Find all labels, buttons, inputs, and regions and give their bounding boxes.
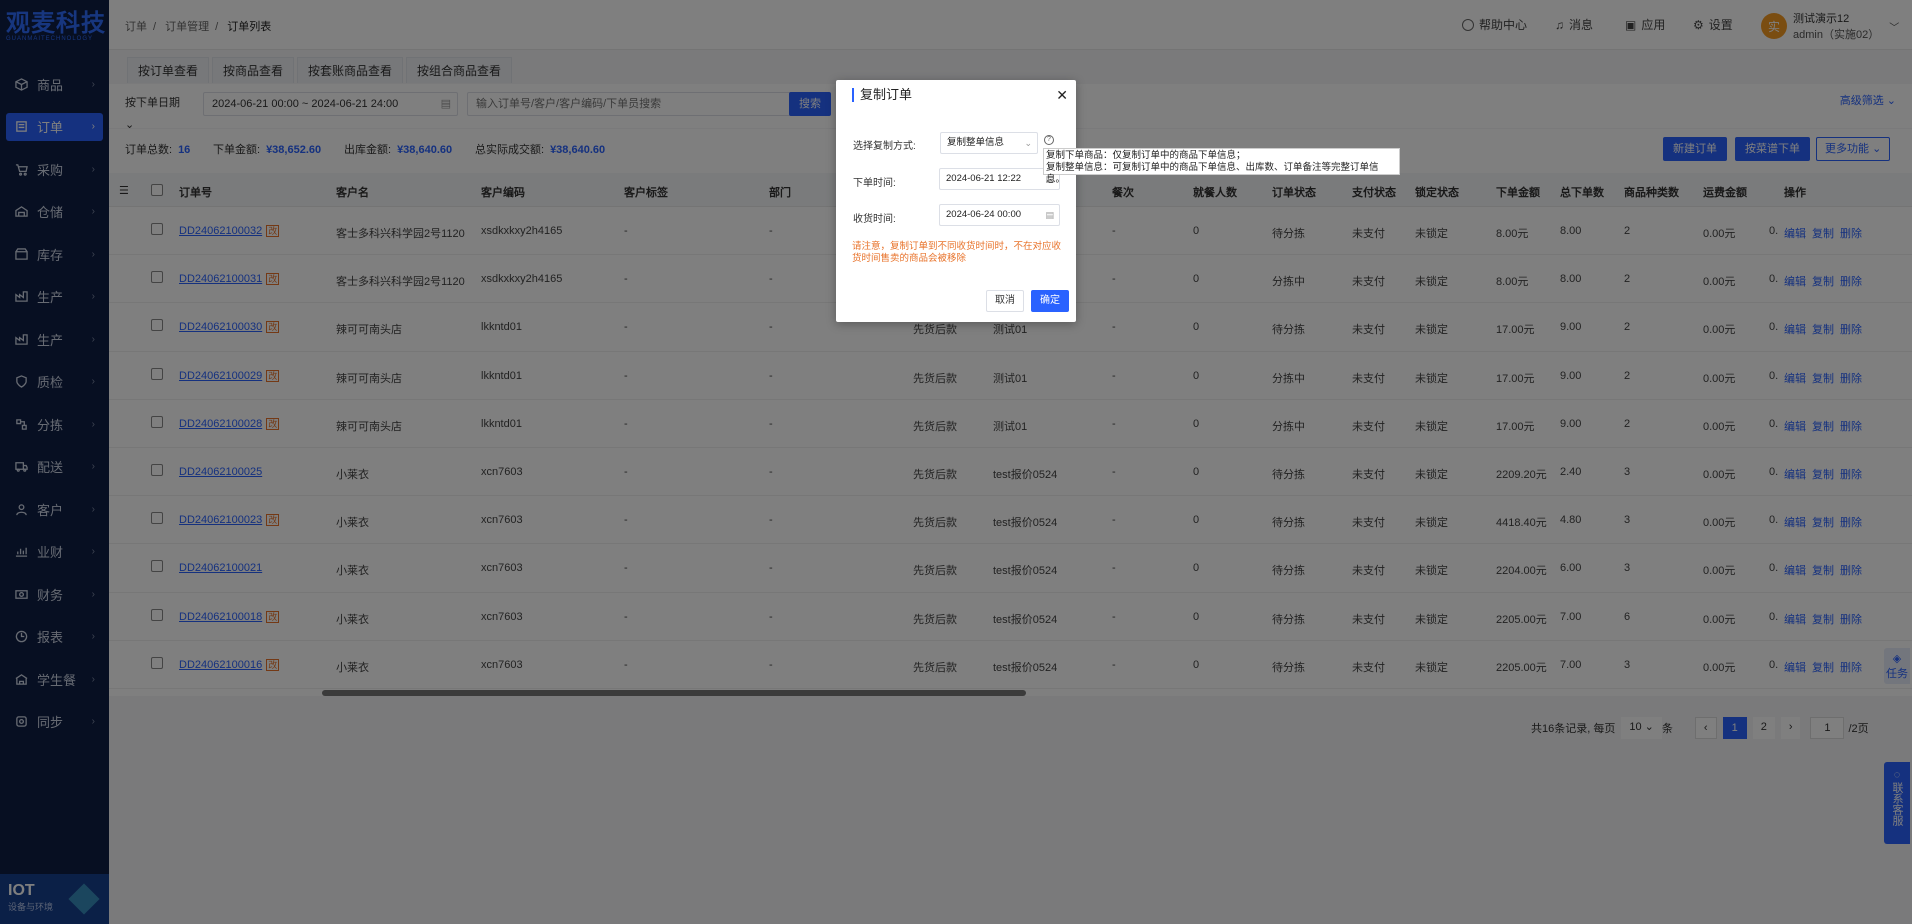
receive-time-value: 2024-06-24 00:00 xyxy=(946,209,1022,220)
copy-method-select[interactable]: 复制整单信息 ⌄ xyxy=(940,132,1038,154)
copy-order-dialog: 复制订单 ✕ 选择复制方式: 复制整单信息 ⌄ ? 下单时间: 2024-06-2… xyxy=(836,80,1076,322)
order-time-label: 下单时间: xyxy=(853,178,896,189)
receive-time-label: 收货时间: xyxy=(853,214,896,225)
receive-time-picker[interactable]: 2024-06-24 00:00 ▤ xyxy=(939,204,1060,226)
tooltip-line: 复制下单商品：仅复制订单中的商品下单信息； xyxy=(1046,150,1246,161)
calendar-icon: ▤ xyxy=(1045,210,1054,220)
copy-method-value: 复制整单信息 xyxy=(947,137,1005,148)
order-time-picker[interactable]: 2024-06-21 12:22 ▤ xyxy=(939,168,1060,190)
close-icon[interactable]: ✕ xyxy=(1056,87,1068,104)
help-icon[interactable]: ? xyxy=(1044,135,1054,145)
dialog-title: 复制订单 xyxy=(852,88,912,102)
cancel-button[interactable]: 取消 xyxy=(986,290,1024,312)
order-time-value: 2024-06-21 12:22 xyxy=(946,173,1022,184)
copy-method-label: 选择复制方式: xyxy=(853,141,916,152)
warning-text: 请注意，复制订单到不同收货时间时，不在对应收货时间售卖的商品会被移除 xyxy=(852,241,1062,264)
chevron-down-icon: ⌄ xyxy=(1024,138,1032,148)
confirm-button[interactable]: 确定 xyxy=(1031,290,1069,312)
copy-method-tooltip: 复制下单商品：仅复制订单中的商品下单信息； 复制整单信息：可复制订单中的商品下单… xyxy=(1043,148,1400,185)
tooltip-line: 复制整单信息：可复制订单中的商品下单信息、出库数、订单备注等完整订单信息。 xyxy=(1046,162,1379,185)
